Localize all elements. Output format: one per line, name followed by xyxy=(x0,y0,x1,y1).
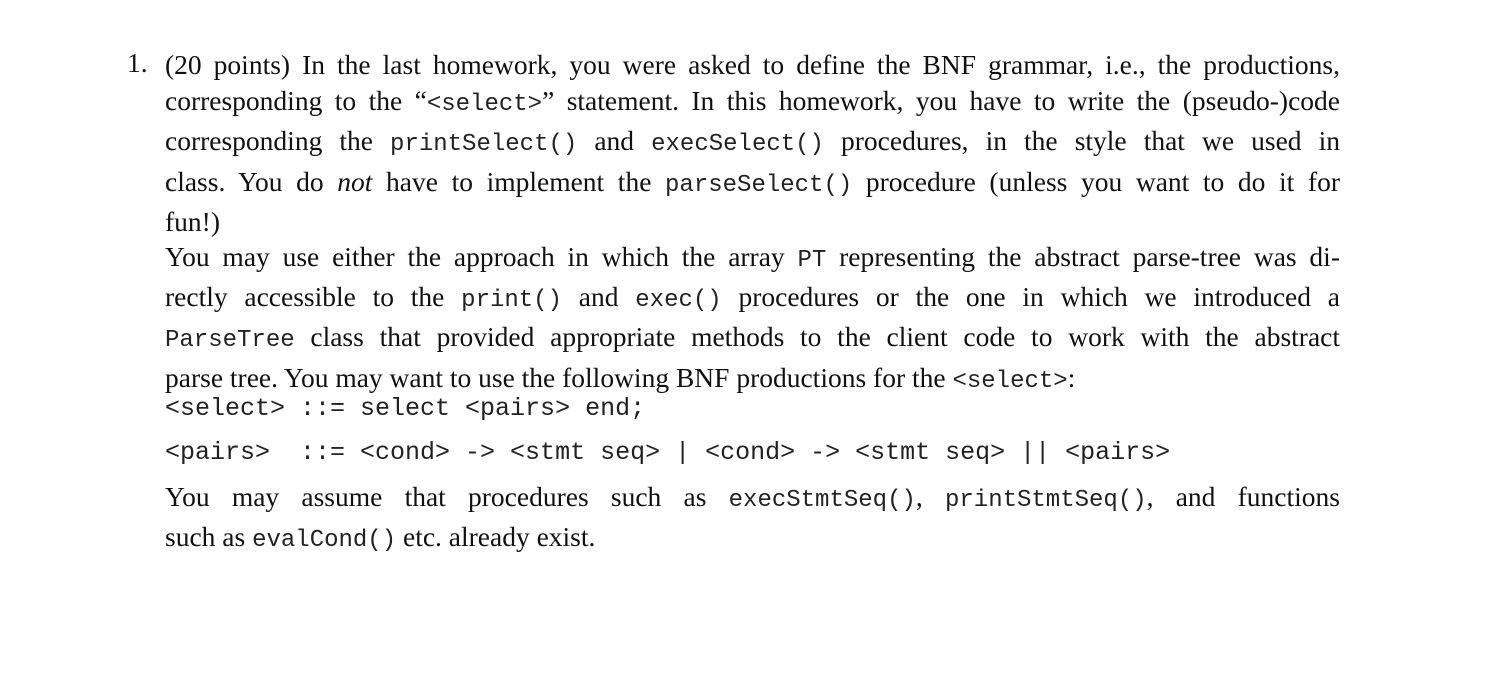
code-identifier: <select> xyxy=(952,367,1068,395)
problem-number: 1. xyxy=(127,47,148,78)
approach-paragraph: You may use either the approach in which… xyxy=(165,239,1340,400)
text-run: and xyxy=(562,281,636,313)
code-identifier: printStmtSeq() xyxy=(944,487,1147,514)
text-run: , xyxy=(915,481,945,512)
text-run: procedures or the one in which we introd… xyxy=(721,281,1340,313)
text-run: rectly accessible to the xyxy=(165,281,462,313)
text-run: You may use either the approach in which… xyxy=(165,241,798,272)
text-run: (20 points) In the last homework, you we… xyxy=(165,49,1340,80)
code-identifier: evalCond() xyxy=(252,527,397,555)
text-run: procedures, in the style that we used in xyxy=(823,125,1340,157)
text-run: such as xyxy=(165,521,253,553)
text-line: class. You do not have to implement the … xyxy=(165,164,1340,204)
text-line: ParseTree class that provided appropriat… xyxy=(165,319,1340,359)
text-line: corresponding the printSelect() and exec… xyxy=(165,123,1340,163)
code-identifier: printSelect() xyxy=(390,131,578,159)
code-identifier: ParseTree xyxy=(165,327,295,355)
text-run: , and functions xyxy=(1146,481,1340,512)
code-identifier: <select> xyxy=(426,91,543,119)
bnf-production-select: <select> ::= select <pairs> end; xyxy=(165,394,646,423)
text-run: ” statement. In this homework, you have … xyxy=(542,85,1340,117)
text-line: You may use either the approach in which… xyxy=(165,239,1340,279)
problem-statement: (20 points) In the last homework, you we… xyxy=(165,47,1340,240)
text-run: have to implement the xyxy=(372,165,666,197)
text-line: corresponding to the “<select>” statemen… xyxy=(165,83,1340,123)
text-line: You may assume that procedures such as e… xyxy=(165,479,1340,519)
text-run: etc. already exist. xyxy=(396,521,596,553)
text-run: parse tree. You may want to use the foll… xyxy=(165,361,953,393)
text-run: : xyxy=(1067,361,1076,393)
text-line: fun!) xyxy=(165,204,1340,240)
text-run: procedure (unless you want to do it for xyxy=(852,165,1340,197)
text-run: class. You do xyxy=(165,165,338,197)
bnf-production-pairs: <pairs> ::= <cond> -> <stmt seq> | <cond… xyxy=(165,438,1171,467)
text-run: You may assume that procedures such as xyxy=(165,481,729,512)
assumption-paragraph: You may assume that procedures such as e… xyxy=(165,479,1340,559)
code-identifier: parseSelect() xyxy=(665,171,853,199)
text-run: representing the abstract parse-tree was… xyxy=(826,241,1340,272)
text-line: rectly accessible to the print() and exe… xyxy=(165,279,1340,319)
text-run: class that provided appropriate methods … xyxy=(294,321,1340,353)
emphasis: not xyxy=(337,165,373,197)
text-run: and xyxy=(577,125,652,157)
text-line: such as evalCond() etc. already exist. xyxy=(165,519,1340,559)
text-run: corresponding to the “ xyxy=(165,85,427,117)
code-identifier: execSelect() xyxy=(651,131,824,159)
code-identifier: print() xyxy=(461,287,562,315)
text-run: corresponding the xyxy=(165,125,391,157)
code-identifier: exec() xyxy=(635,287,722,315)
text-line: (20 points) In the last homework, you we… xyxy=(165,47,1340,83)
code-identifier: PT xyxy=(797,247,827,274)
text-run: fun!) xyxy=(165,205,220,237)
code-identifier: execStmtSeq() xyxy=(728,487,916,514)
